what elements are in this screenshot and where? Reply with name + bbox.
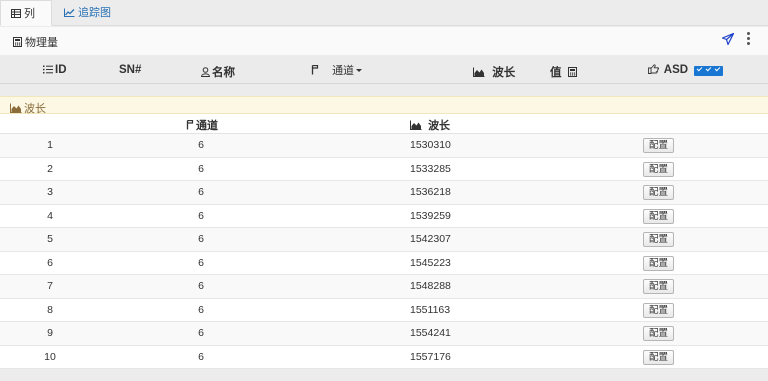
column-id-label: ID — [55, 64, 67, 76]
ordered-list-icon — [43, 65, 53, 74]
checkbox-2[interactable] — [705, 66, 714, 74]
configure-button[interactable]: 配置 — [643, 161, 674, 177]
row-wavelength: 1554241 — [410, 327, 451, 339]
column-sn-label: SN# — [119, 64, 142, 76]
tab-trace-chart-label: 追踪图 — [78, 7, 111, 19]
row-index: 6 — [47, 256, 53, 269]
row-channel: 6 — [198, 327, 204, 339]
checkbox-3[interactable] — [714, 66, 723, 74]
row-index: 10 — [44, 350, 56, 363]
column-sn[interactable]: SN# — [119, 64, 141, 76]
configure-button[interactable]: 配置 — [643, 302, 674, 318]
row-channel: 6 — [198, 350, 204, 363]
sub-column-channel[interactable]: 通道 — [186, 117, 218, 133]
configure-button[interactable]: 配置 — [643, 185, 674, 200]
calculator-icon — [13, 37, 22, 47]
configure-button[interactable]: 配置 — [643, 279, 674, 294]
column-value[interactable]: 值 — [550, 64, 579, 80]
row-index: 9 — [47, 327, 53, 339]
select-all-checkboxes[interactable] — [694, 66, 724, 76]
column-wavelength-label: 波长 — [492, 67, 516, 79]
row-channel: 6 — [198, 162, 204, 175]
row-channel: 6 — [198, 303, 204, 316]
table-row[interactable]: 8 6 1551163 配置 — [0, 298, 768, 322]
tab-trace-chart[interactable]: 追踪图 — [54, 0, 121, 26]
row-channel: 6 — [198, 139, 204, 151]
column-value-label: 值 — [550, 67, 562, 79]
panel-title: 物理量 — [13, 34, 58, 50]
row-index: 7 — [47, 280, 53, 292]
column-id[interactable]: ID — [43, 64, 67, 76]
row-wavelength: 1551163 — [410, 303, 451, 316]
row-wavelength: 1545223 — [410, 256, 451, 269]
panel-title-text: 物理量 — [25, 37, 58, 49]
area-chart-icon — [473, 67, 485, 77]
row-wavelength: 1533285 — [410, 162, 451, 175]
configure-button[interactable]: 配置 — [643, 255, 674, 271]
tab-list[interactable]: 列表 — [0, 0, 52, 46]
row-channel: 6 — [198, 256, 204, 269]
configure-button[interactable]: 配置 — [643, 349, 674, 365]
line-chart-icon — [64, 8, 75, 17]
send-icon[interactable] — [722, 33, 734, 45]
table-row[interactable]: 3 6 1536218 配置 — [0, 181, 768, 205]
hand-pointer-icon — [648, 64, 660, 74]
row-index: 8 — [47, 303, 53, 316]
kebab-menu-icon[interactable] — [744, 32, 752, 46]
sub-table-header: 通道 波长 — [0, 114, 768, 134]
panel-toolbar: 物理量 — [0, 27, 768, 55]
checkbox-1[interactable] — [696, 66, 705, 74]
caret-down-icon — [356, 69, 363, 72]
row-channel: 6 — [198, 280, 204, 292]
row-channel: 6 — [198, 209, 204, 222]
row-wavelength: 1548288 — [410, 280, 451, 292]
table-row[interactable]: 10 6 1557176 配置 — [0, 345, 768, 369]
tab-bar: 列表 追踪图 — [0, 0, 768, 46]
column-name-label: 名称 — [212, 67, 235, 79]
table-row[interactable]: 6 6 1545223 配置 — [0, 251, 768, 275]
fork-icon — [311, 64, 319, 75]
column-name[interactable]: 名称 — [200, 64, 235, 80]
row-index: 1 — [47, 139, 53, 151]
row-wavelength: 1542307 — [410, 233, 451, 245]
row-wavelength: 1557176 — [410, 350, 451, 363]
table-body: 1 6 1530310 配置 2 6 1533285 配置 3 6 1536218 配置 4 6 15… — [0, 134, 768, 369]
column-channel-label: 通道 — [332, 65, 355, 77]
row-wavelength: 1536218 — [410, 186, 451, 198]
table-row[interactable]: 1 6 1530310 配置 — [0, 134, 768, 158]
area-chart-icon — [410, 120, 422, 130]
user-icon — [200, 67, 211, 77]
column-asd-label: ASD — [663, 64, 689, 76]
row-channel: 6 — [198, 186, 204, 198]
table-row[interactable]: 9 6 1554241 配置 — [0, 322, 768, 346]
configure-button[interactable]: 配置 — [643, 208, 674, 224]
table-header: ID SN# 名称 通道 波长 值 ASD — [0, 56, 768, 84]
column-channel[interactable]: 通道 — [311, 62, 363, 78]
column-asd[interactable]: ASD — [648, 64, 724, 76]
table-row[interactable]: 7 6 1548288 配置 — [0, 275, 768, 299]
row-index: 3 — [47, 186, 53, 198]
configure-button[interactable]: 配置 — [643, 232, 674, 247]
row-index: 4 — [47, 209, 53, 222]
calculator-icon — [567, 67, 577, 77]
configure-button[interactable]: 配置 — [643, 326, 674, 341]
table-row[interactable]: 5 6 1542307 配置 — [0, 228, 768, 252]
table-row[interactable]: 4 6 1539259 配置 — [0, 204, 768, 228]
configure-button[interactable]: 配置 — [643, 138, 674, 153]
row-channel: 6 — [198, 233, 204, 245]
row-index: 2 — [47, 162, 53, 175]
table-icon — [11, 9, 21, 18]
column-wavelength[interactable]: 波长 — [473, 64, 515, 80]
sub-column-channel-label: 通道 — [196, 120, 218, 132]
sub-column-wavelength-label: 波长 — [428, 120, 451, 132]
row-index: 5 — [47, 233, 53, 245]
table-row[interactable]: 2 6 1533285 配置 — [0, 157, 768, 181]
fork-icon — [186, 119, 194, 130]
group-row-wavelength[interactable]: 波长 — [0, 96, 768, 115]
row-wavelength: 1530310 — [410, 139, 451, 151]
row-wavelength: 1539259 — [410, 209, 451, 222]
sub-column-wavelength[interactable]: 波长 — [410, 117, 450, 133]
area-chart-icon — [10, 103, 22, 113]
